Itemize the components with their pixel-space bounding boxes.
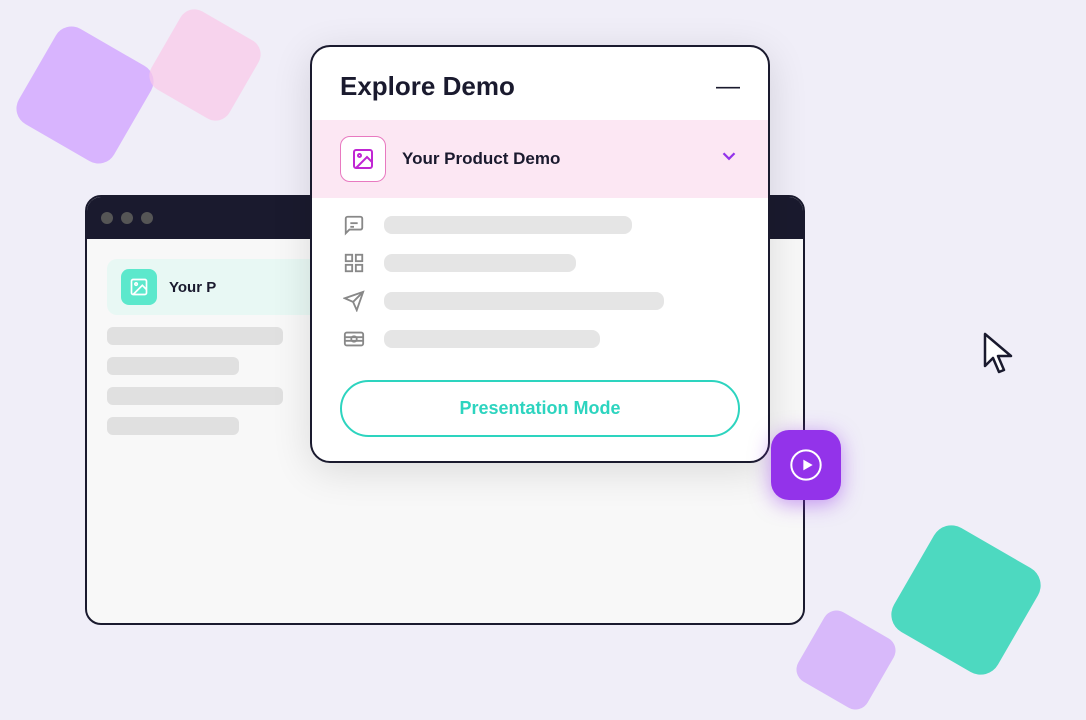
menu-item-layout[interactable] [340, 252, 740, 274]
demo-icon-box [340, 136, 386, 182]
image-icon [351, 147, 375, 171]
menu-bar-dollar [384, 330, 600, 348]
menu-bar-send [384, 292, 664, 310]
bg-sidebar-text: Your P [169, 279, 216, 296]
minimize-button[interactable]: — [716, 75, 740, 99]
layout-icon [340, 252, 368, 274]
presentation-mode-button[interactable]: Presentation Mode [340, 380, 740, 437]
selected-item-label: Your Product Demo [402, 149, 702, 169]
browser-dot-1 [101, 212, 113, 224]
modal-header: Explore Demo — [312, 47, 768, 120]
bg-sidebar: Your P [107, 259, 327, 435]
play-button-float[interactable] [771, 430, 841, 500]
bg-line-1 [107, 327, 283, 345]
play-icon [790, 449, 822, 481]
bg-sidebar-icon [121, 269, 157, 305]
bg-hex-purple-br [791, 605, 900, 714]
bg-hex-purple-tl [10, 20, 160, 170]
menu-list [312, 198, 768, 366]
bg-sidebar-item: Your P [107, 259, 327, 315]
bg-hex-pink-tr [144, 4, 267, 127]
bg-line-3 [107, 387, 283, 405]
selected-demo-item[interactable]: Your Product Demo [312, 120, 768, 198]
bg-line-2 [107, 357, 239, 375]
menu-item-dollar[interactable] [340, 328, 740, 350]
browser-dot-3 [141, 212, 153, 224]
dollar-icon [340, 328, 368, 350]
presentation-btn-wrapper: Presentation Mode [312, 366, 768, 461]
menu-bar-layout [384, 254, 576, 272]
send-icon [340, 290, 368, 312]
menu-item-send[interactable] [340, 290, 740, 312]
browser-dot-2 [121, 212, 133, 224]
bg-line-4 [107, 417, 239, 435]
modal-title: Explore Demo [340, 71, 515, 102]
chat-icon [340, 214, 368, 236]
menu-item-chat[interactable] [340, 214, 740, 236]
bg-hex-teal-br [884, 518, 1048, 682]
chevron-down-icon [718, 145, 740, 173]
menu-bar-chat [384, 216, 632, 234]
explore-demo-modal: Explore Demo — Your Product Demo [310, 45, 770, 463]
